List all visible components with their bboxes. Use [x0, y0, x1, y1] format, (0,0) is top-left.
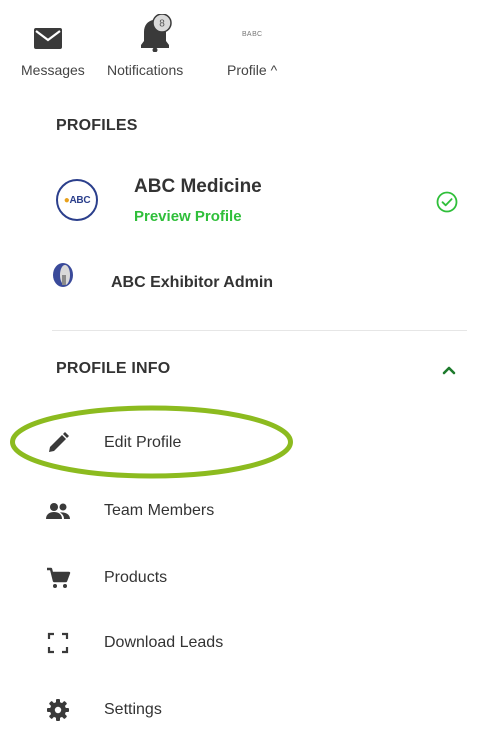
menu-item-label: Team Members	[104, 502, 215, 519]
pencil-icon	[49, 432, 69, 452]
top-navigation: Messages 8 Notifications ВАВС Profile ^	[0, 0, 483, 90]
menu-item-label: Products	[104, 569, 168, 586]
abc-logo-text: ABC	[69, 194, 91, 206]
profile-info-heading[interactable]: PROFILE INFO	[56, 360, 170, 378]
menu-item-products[interactable]: Products	[45, 558, 465, 598]
nav-notifications[interactable]: 8 Notifications	[105, 0, 215, 90]
nav-profile-label: Profile ^	[227, 62, 278, 78]
menu-item-label: Edit Profile	[104, 434, 182, 451]
menu-item-download-leads[interactable]: Download Leads	[45, 623, 465, 663]
profiles-heading: PROFILES	[56, 117, 138, 134]
chevron-up-icon[interactable]	[441, 364, 457, 376]
check-circle-icon	[436, 191, 458, 213]
nav-messages[interactable]: Messages	[0, 0, 100, 90]
abc-medicine-logo[interactable]: ●ABC	[56, 179, 98, 221]
menu-item-label: Settings	[104, 701, 162, 718]
nav-messages-label: Messages	[21, 62, 85, 78]
preview-profile-link[interactable]: Preview Profile	[134, 208, 242, 225]
envelope-icon	[34, 28, 62, 49]
profile-logo-small: ВАВС	[242, 31, 263, 38]
nav-notifications-label: Notifications	[107, 62, 184, 78]
menu-item-settings[interactable]: Settings	[45, 690, 465, 730]
nav-profile[interactable]: ВАВС Profile ^	[222, 0, 297, 90]
section-divider	[52, 330, 467, 331]
exhibitor-admin-avatar[interactable]	[52, 261, 74, 289]
gear-icon	[47, 699, 69, 721]
bell-icon: 8	[141, 14, 172, 52]
menu-item-team-members[interactable]: Team Members	[45, 491, 465, 531]
menu-item-label: Download Leads	[104, 634, 224, 651]
notification-count-badge: 8	[159, 19, 165, 30]
profile-name-abc-medicine[interactable]: ABC Medicine	[134, 176, 262, 198]
scan-frame-icon	[47, 632, 69, 654]
people-icon	[46, 503, 70, 519]
cart-icon	[47, 567, 71, 588]
profile-name-exhibitor-admin[interactable]: ABC Exhibitor Admin	[111, 274, 273, 292]
menu-item-edit-profile[interactable]: Edit Profile	[45, 423, 465, 463]
